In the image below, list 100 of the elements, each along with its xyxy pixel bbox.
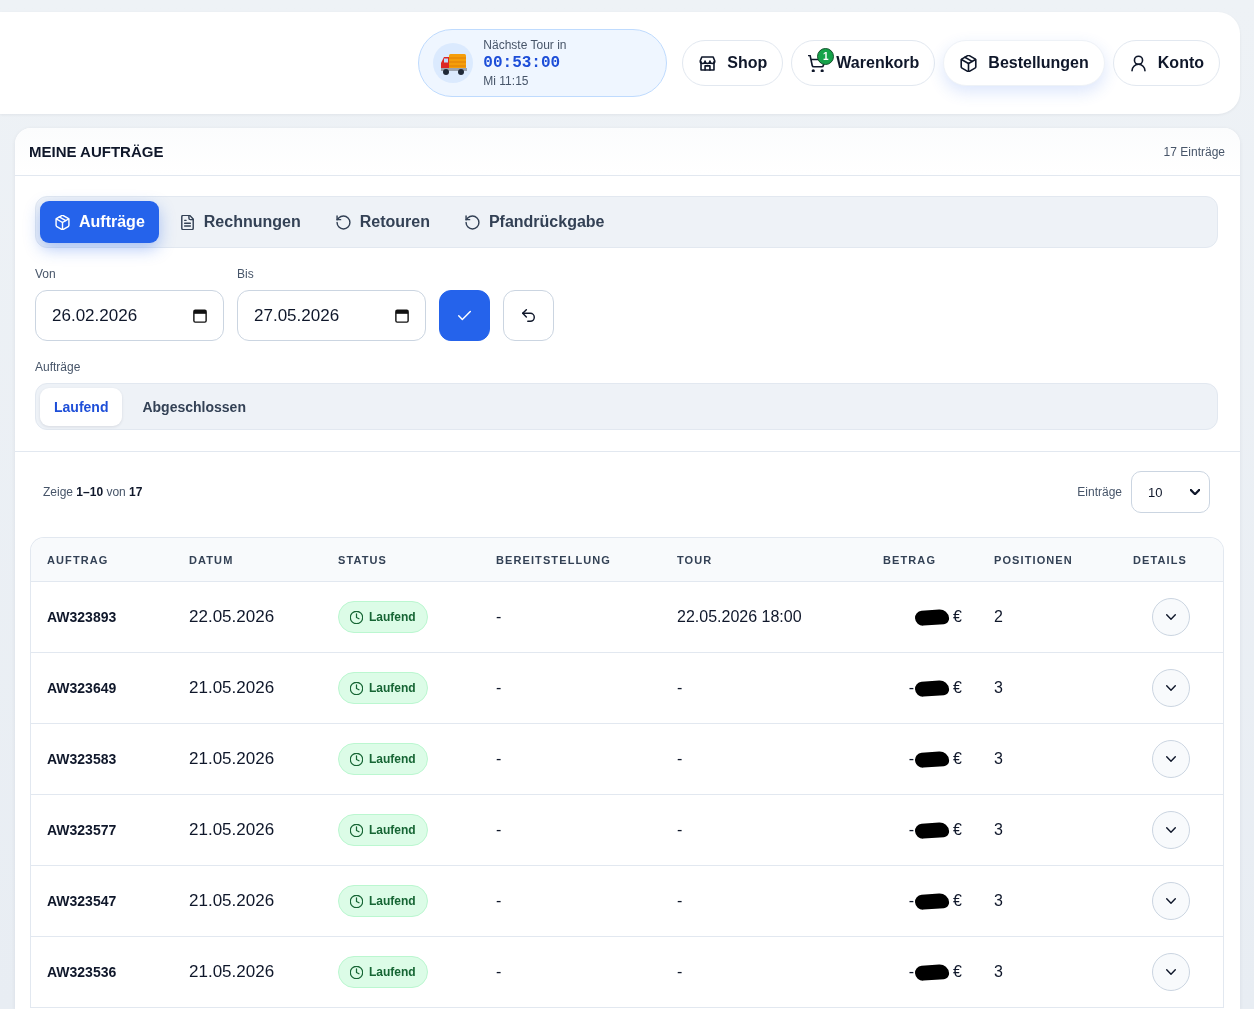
page-size-label: Einträge xyxy=(1077,485,1122,499)
field-label: Aufträge xyxy=(35,360,82,374)
apply-button[interactable] xyxy=(439,290,490,341)
section-tab[interactable]: Aufträge xyxy=(40,201,159,243)
section-tab[interactable]: Pfandrückgabe xyxy=(449,201,619,243)
date-field[interactable]: 26.02.2026 xyxy=(35,290,224,341)
column-header: STATUS xyxy=(337,552,388,568)
tour-value: - xyxy=(676,678,684,698)
status-text: Laufend xyxy=(369,894,416,908)
field-label: Bis xyxy=(237,267,255,281)
column-header: BEREITSTELLUNG xyxy=(495,552,612,568)
provision-value: - xyxy=(495,962,503,982)
position-count: 3 xyxy=(993,678,1004,698)
field-label: Von xyxy=(35,267,57,281)
entry-count: 17 Einträge xyxy=(1163,144,1225,159)
package-icon xyxy=(960,54,978,72)
page-size-select[interactable]: 10 xyxy=(1131,471,1210,513)
details-toggle[interactable] xyxy=(1152,669,1190,707)
nav-button[interactable]: Bestellungen xyxy=(943,40,1105,86)
position-count: 3 xyxy=(993,820,1004,840)
position-count: 3 xyxy=(993,749,1004,769)
calendar-icon xyxy=(395,308,409,323)
amount-sign: - xyxy=(908,963,915,981)
details-toggle[interactable] xyxy=(1152,953,1190,991)
currency-symbol: € xyxy=(953,608,962,626)
countdown-timer: 00:53:00 xyxy=(483,53,562,73)
currency-symbol: € xyxy=(953,679,962,697)
status-text: Laufend xyxy=(369,610,416,624)
chevron-down-icon xyxy=(1166,898,1176,904)
chevron-down-icon xyxy=(1166,827,1176,833)
amount-sign: - xyxy=(908,750,915,768)
amount-sign: - xyxy=(908,892,915,910)
provision-value: - xyxy=(495,607,503,627)
rotate-icon xyxy=(335,214,351,230)
chevron-down-icon xyxy=(1166,614,1176,620)
order-number: AW323893 xyxy=(46,608,118,627)
details-toggle[interactable] xyxy=(1152,598,1190,636)
user-icon xyxy=(1129,54,1147,72)
details-toggle[interactable] xyxy=(1152,811,1190,849)
amount-sign: - xyxy=(908,821,915,839)
clock-icon xyxy=(350,823,363,837)
store-icon xyxy=(699,54,717,72)
column-header: DETAILS xyxy=(1132,552,1188,568)
section-tab[interactable]: Retouren xyxy=(320,201,444,243)
count-badge: 1 xyxy=(817,48,835,65)
nav-button[interactable]: Shop xyxy=(682,40,784,86)
tour-value: - xyxy=(676,820,684,840)
nav-button[interactable]: Konto xyxy=(1112,40,1220,86)
order-date: 21.05.2026 xyxy=(188,748,276,770)
order-number: AW323577 xyxy=(46,821,118,840)
chevron-down-icon xyxy=(1190,489,1200,495)
order-date: 21.05.2026 xyxy=(188,819,276,841)
details-toggle[interactable] xyxy=(1152,882,1190,920)
calendar-icon xyxy=(193,308,207,323)
order-number: AW323649 xyxy=(46,679,118,698)
chevron-down-icon xyxy=(1166,685,1176,691)
section-tab[interactable]: Rechnungen xyxy=(164,201,315,243)
order-date: 21.05.2026 xyxy=(188,890,276,912)
clock-icon xyxy=(350,681,363,695)
tour-value: - xyxy=(676,891,684,911)
check-icon xyxy=(458,309,471,322)
status-text: Laufend xyxy=(369,752,416,766)
order-date: 21.05.2026 xyxy=(188,961,276,983)
panel-title: MEINE AUFTRÄGE xyxy=(29,143,164,160)
status-text: Laufend xyxy=(369,823,416,837)
position-count: 3 xyxy=(993,962,1004,982)
status-text: Laufend xyxy=(369,965,416,979)
order-number: AW323547 xyxy=(46,892,118,911)
document-icon xyxy=(179,214,195,230)
provision-value: - xyxy=(495,891,503,911)
details-toggle[interactable] xyxy=(1152,740,1190,778)
provision-value: - xyxy=(495,678,503,698)
column-header: BETRAG xyxy=(882,552,938,568)
tour-label: Nächste Tour in xyxy=(483,37,567,53)
package-icon xyxy=(55,214,70,230)
order-date: 22.05.2026 xyxy=(188,606,276,628)
column-header: AUFTRAG xyxy=(46,552,110,568)
order-number: AW323536 xyxy=(46,963,118,982)
undo-icon xyxy=(522,309,535,322)
currency-symbol: € xyxy=(953,963,962,981)
date-field[interactable]: 27.05.2026 xyxy=(237,290,426,341)
chevron-down-icon xyxy=(1166,756,1176,762)
clock-icon xyxy=(350,965,363,979)
provision-value: - xyxy=(495,820,503,840)
position-count: 2 xyxy=(993,607,1004,627)
tour-time: Mi 11:15 xyxy=(483,73,530,89)
reset-button[interactable] xyxy=(503,290,554,341)
results-summary: Zeige 1–10 von 17 xyxy=(43,485,143,499)
nav-button[interactable]: 1 Warenkorb xyxy=(791,40,936,86)
currency-symbol: € xyxy=(953,892,962,910)
rotate-icon xyxy=(464,214,480,230)
column-header: DATUM xyxy=(188,552,235,568)
order-number: AW323583 xyxy=(46,750,118,769)
filter-tab[interactable]: Laufend xyxy=(40,387,123,426)
tour-value: - xyxy=(676,749,684,769)
order-date: 21.05.2026 xyxy=(188,677,276,699)
clock-icon xyxy=(350,894,363,908)
currency-symbol: € xyxy=(953,750,962,768)
filter-tab[interactable]: Abgeschlossen xyxy=(128,387,260,426)
position-count: 3 xyxy=(993,891,1004,911)
